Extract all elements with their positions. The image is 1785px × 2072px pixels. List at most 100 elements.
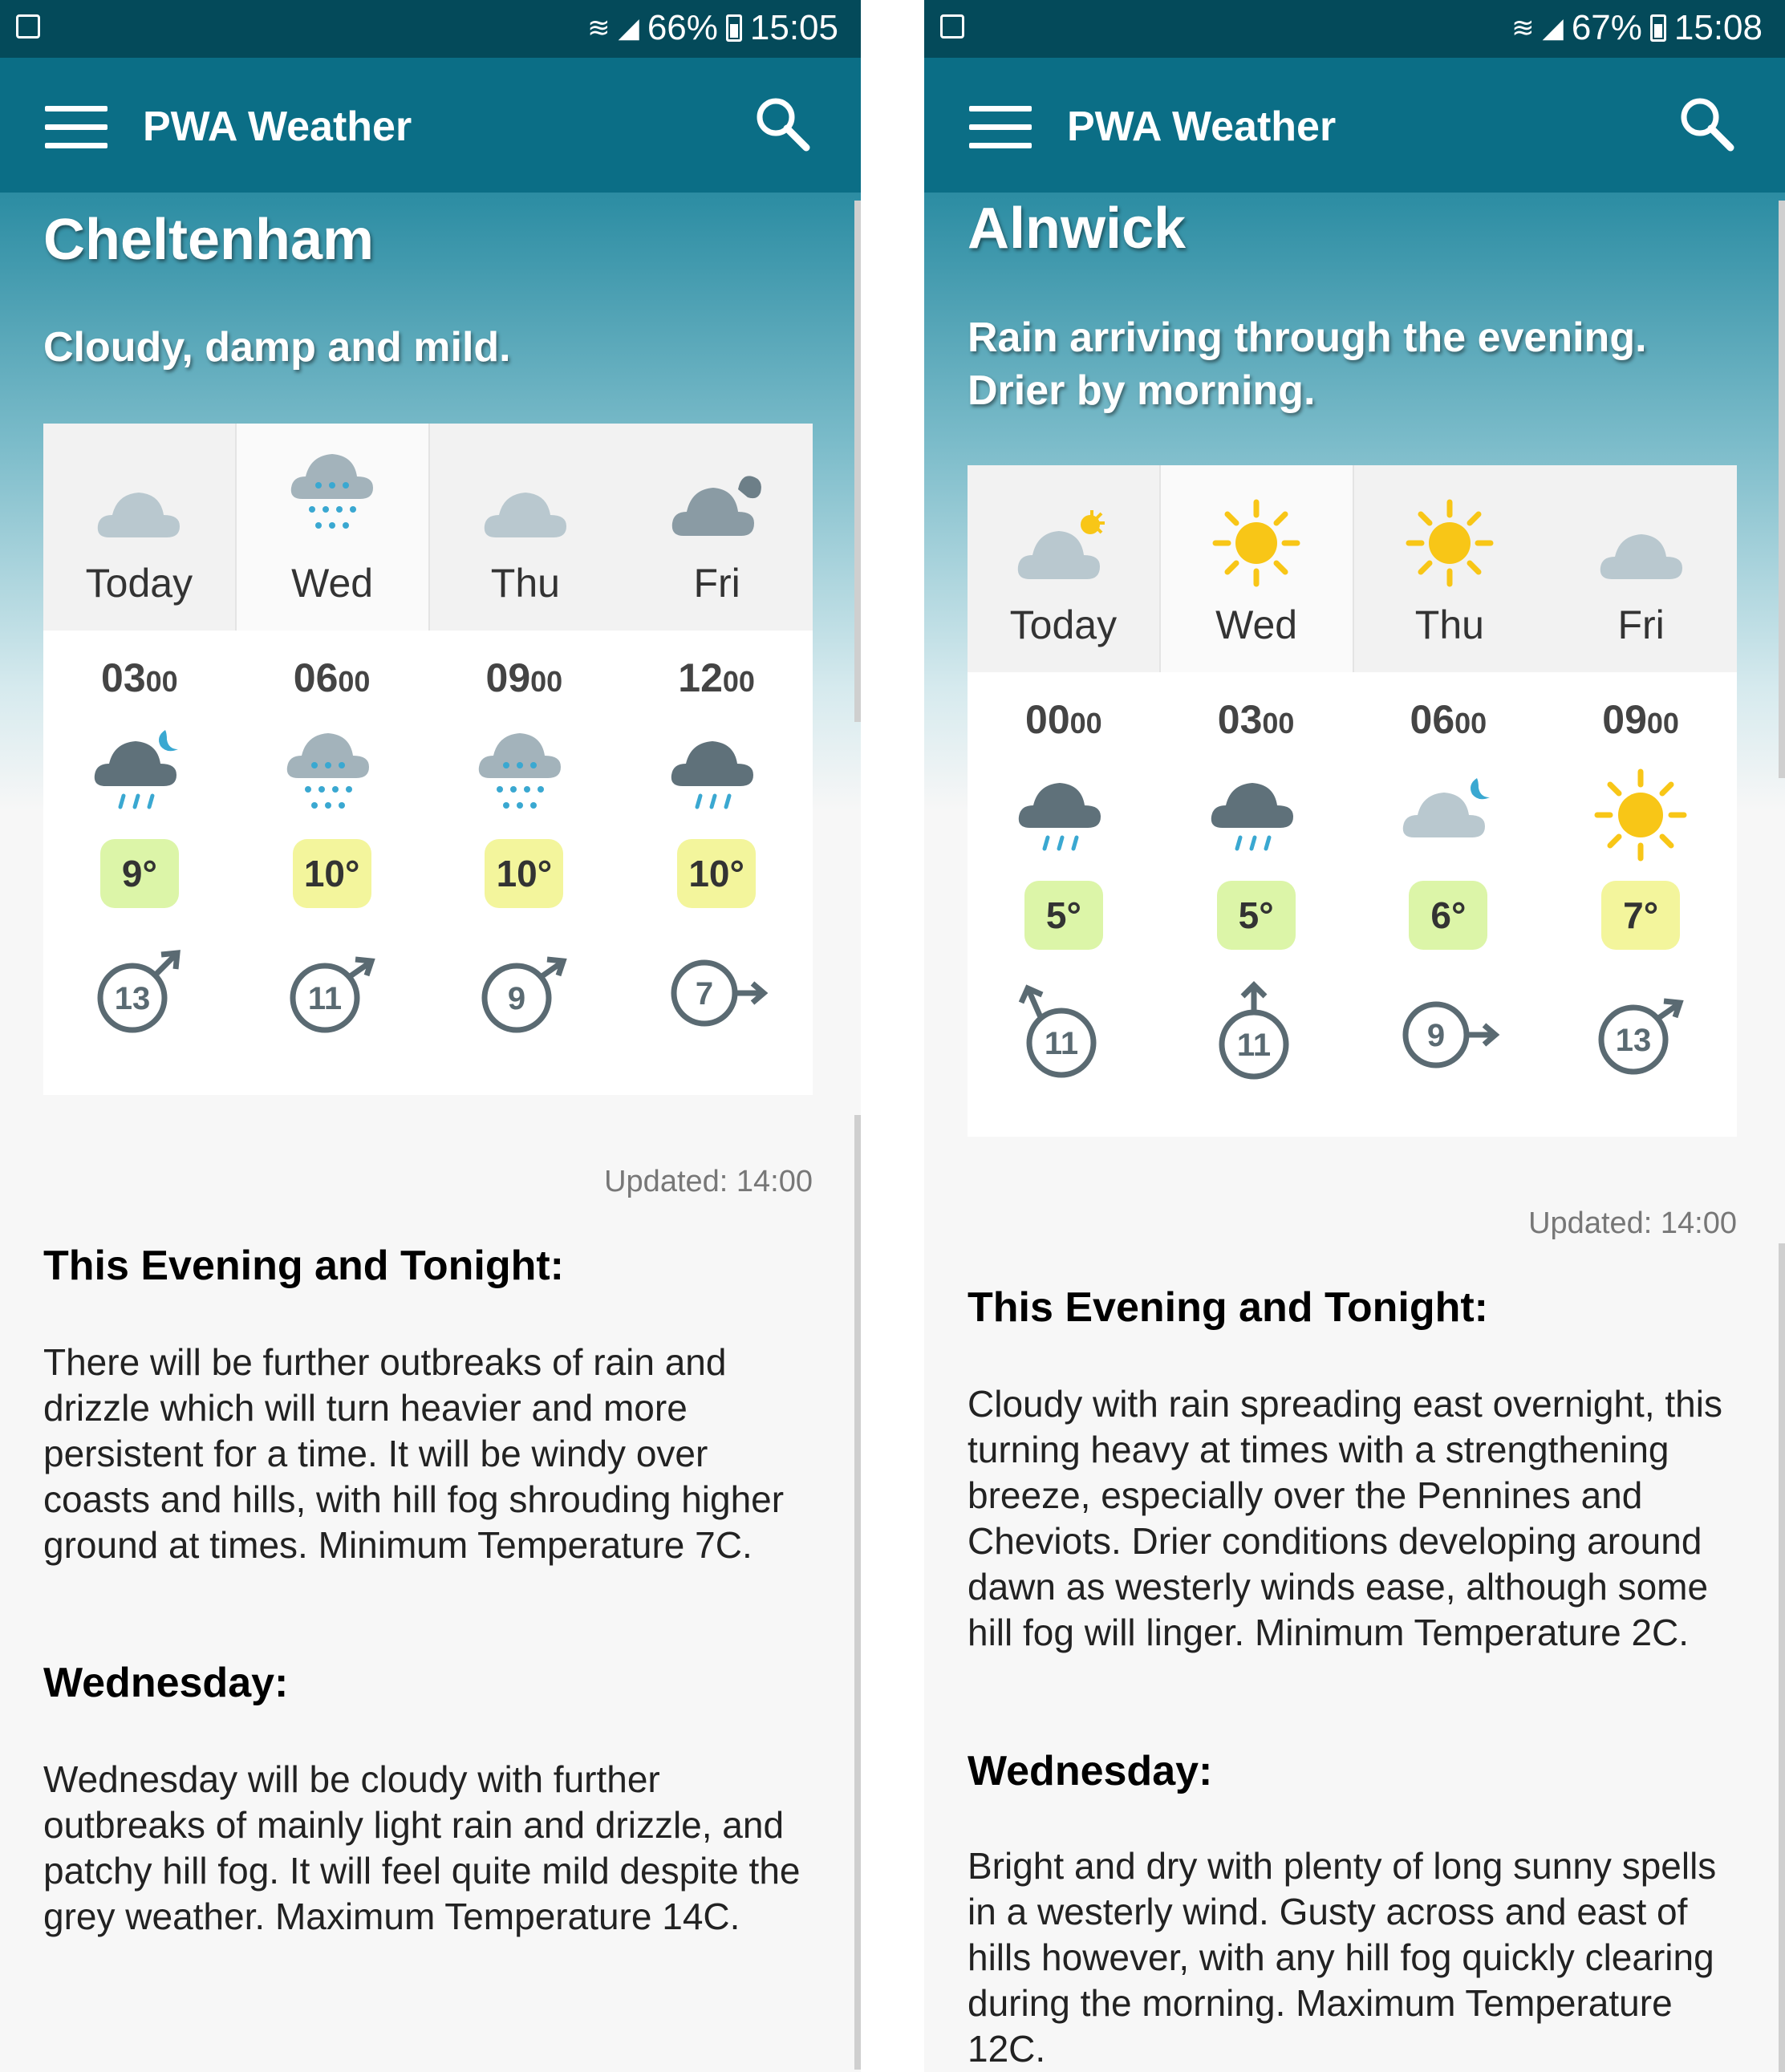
status-bar: ≋ ◢ 66% 15:05 bbox=[0, 0, 861, 58]
day-tab-wed[interactable]: Wed bbox=[1158, 465, 1354, 672]
minute-value: 00 bbox=[1646, 707, 1679, 740]
scrollbar[interactable] bbox=[1779, 201, 1785, 778]
wind-speed: 11 bbox=[1236, 1028, 1270, 1063]
forecast-card: Today Wed Thu Fri 0000 5° 11 0300 5° 11 … bbox=[968, 465, 1737, 1137]
section-heading: Wednesday: bbox=[968, 1748, 1213, 1794]
minute-value: 00 bbox=[338, 665, 371, 698]
hour-time: 0900 bbox=[486, 655, 563, 703]
signal-icon: ◢ bbox=[618, 13, 639, 43]
battery-icon bbox=[1649, 14, 1666, 42]
section-heading: This Evening and Tonight: bbox=[968, 1284, 1488, 1331]
day-label: Today bbox=[85, 561, 193, 606]
wind-speed: 11 bbox=[1045, 1026, 1078, 1061]
hour-column[interactable]: 0300 9° 13 bbox=[43, 631, 236, 1095]
temperature-badge: 5° bbox=[1216, 881, 1296, 950]
battery-icon bbox=[725, 14, 742, 42]
wind-indicator: 7 bbox=[664, 939, 769, 1047]
hour-value: 03 bbox=[101, 655, 146, 700]
day-tab-fri[interactable]: Fri bbox=[621, 424, 813, 631]
search-icon[interactable] bbox=[753, 95, 811, 152]
wind-direction-icon: 11 bbox=[1219, 981, 1289, 1080]
day-tab-today[interactable]: Today bbox=[43, 424, 235, 631]
rain-icon bbox=[1211, 783, 1293, 851]
updated-time: Updated: 14:00 bbox=[604, 1165, 813, 1198]
hour-column[interactable]: 0900 10° 9 bbox=[428, 631, 621, 1095]
wind-indicator: 13 bbox=[1588, 980, 1693, 1089]
day-label: Wed bbox=[1215, 602, 1298, 647]
minute-value: 00 bbox=[530, 665, 563, 698]
hour-column[interactable]: 0000 5° 11 bbox=[968, 672, 1160, 1137]
app-title: PWA Weather bbox=[1067, 103, 1337, 150]
app-bar: PWA Weather bbox=[0, 58, 861, 193]
wind-direction-icon: 9 bbox=[1402, 1001, 1500, 1068]
drizzle-icon bbox=[286, 733, 369, 809]
day-tab-fri[interactable]: Fri bbox=[1545, 465, 1737, 672]
wind-indicator: 11 bbox=[280, 939, 384, 1047]
menu-icon[interactable] bbox=[969, 106, 1032, 149]
day-label: Wed bbox=[291, 561, 374, 606]
gallery-notification-icon bbox=[16, 14, 40, 39]
day-label: Thu bbox=[1414, 602, 1484, 647]
wind-direction-icon: 11 bbox=[1018, 984, 1097, 1078]
clock: 15:08 bbox=[1673, 8, 1763, 47]
sun-icon bbox=[1212, 499, 1300, 587]
day-label: Today bbox=[1009, 602, 1118, 647]
hour-time: 0300 bbox=[101, 655, 178, 703]
day-label: Fri bbox=[693, 561, 740, 606]
section-heading: Wednesday: bbox=[43, 1660, 289, 1706]
hour-time: 0600 bbox=[294, 655, 371, 703]
hour-column[interactable]: 0900 7° 13 bbox=[1544, 672, 1737, 1137]
minute-value: 00 bbox=[1069, 707, 1102, 740]
wind-speed: 13 bbox=[115, 981, 151, 1016]
section-body: Cloudy with rain spreading east overnigh… bbox=[968, 1383, 1722, 1653]
scrollbar-track bbox=[1779, 1243, 1785, 2072]
screen-alnwick: ≋ ◢ 67% 15:08 PWA Weather Alnwick Rain a… bbox=[924, 0, 1785, 2072]
day-tab-today[interactable]: Today bbox=[968, 465, 1159, 672]
temperature-badge: 10° bbox=[292, 839, 371, 908]
search-icon[interactable] bbox=[1677, 95, 1735, 152]
wind-indicator: 13 bbox=[87, 939, 192, 1047]
day-tab-thu[interactable]: Thu bbox=[430, 424, 622, 631]
hour-column[interactable]: 0600 6° 9 bbox=[1353, 672, 1545, 1137]
hour-time: 0900 bbox=[1602, 696, 1679, 744]
day-tab-thu[interactable]: Thu bbox=[1354, 465, 1546, 672]
wind-direction-icon: 11 bbox=[290, 956, 375, 1033]
wind-indicator: 9 bbox=[1396, 980, 1500, 1089]
hour-value: 06 bbox=[1410, 697, 1455, 742]
hourly-forecast: 0000 5° 11 0300 5° 11 0600 6° 9 0900 7° … bbox=[968, 672, 1737, 1137]
wind-speed: 11 bbox=[307, 981, 341, 1016]
wind-indicator: 9 bbox=[472, 939, 576, 1047]
hour-column[interactable]: 0300 5° 11 bbox=[1160, 672, 1353, 1137]
wind-direction-icon: 9 bbox=[481, 956, 568, 1033]
section-body: Bright and dry with plenty of long sunny… bbox=[968, 1845, 1717, 2070]
app-title: PWA Weather bbox=[143, 103, 412, 150]
section-body: There will be further outbreaks of rain … bbox=[43, 1341, 785, 1566]
hour-column[interactable]: 1200 10° 7 bbox=[620, 631, 813, 1095]
night-rain-icon bbox=[94, 730, 178, 809]
hour-time: 0000 bbox=[1025, 696, 1102, 744]
menu-icon[interactable] bbox=[45, 106, 108, 149]
cloud-icon bbox=[98, 493, 181, 537]
wind-speed: 9 bbox=[1427, 1018, 1445, 1053]
screen-cheltenham: ≋ ◢ 66% 15:05 PWA Weather Cheltenham Clo… bbox=[0, 0, 861, 2072]
forecast-summary: Cloudy, damp and mild. bbox=[43, 324, 511, 371]
temperature-badge: 10° bbox=[485, 839, 564, 908]
hour-time: 1200 bbox=[678, 655, 755, 703]
scrollbar[interactable] bbox=[854, 201, 861, 722]
rain-cloud-icon bbox=[290, 454, 374, 529]
signal-icon: ◢ bbox=[1542, 13, 1564, 43]
sun-icon bbox=[1594, 768, 1687, 862]
rain-icon bbox=[671, 741, 754, 809]
wind-indicator: 11 bbox=[1012, 980, 1116, 1089]
wind-direction-icon: 7 bbox=[671, 959, 769, 1027]
day-tab-wed[interactable]: Wed bbox=[234, 424, 430, 631]
gallery-notification-icon bbox=[940, 14, 964, 39]
minute-value: 00 bbox=[722, 665, 755, 698]
wind-indicator: 11 bbox=[1204, 980, 1308, 1089]
wind-speed: 9 bbox=[508, 981, 525, 1016]
wind-direction-icon: 13 bbox=[1598, 998, 1684, 1075]
day-label: Fri bbox=[1617, 602, 1665, 647]
hour-column[interactable]: 0600 10° 11 bbox=[236, 631, 428, 1095]
city-name: Alnwick bbox=[968, 197, 1187, 261]
app-bar: PWA Weather bbox=[924, 58, 1785, 193]
